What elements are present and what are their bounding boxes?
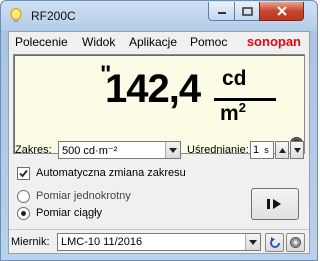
refresh-icon — [270, 237, 280, 248]
minimize-button[interactable] — [208, 2, 235, 21]
range-label: Zakres: — [15, 144, 52, 156]
measurement-display: " 142,4 cd m2 — [13, 54, 305, 154]
mode-single-label[interactable]: Pomiar jednokrotny — [36, 190, 131, 202]
averaging-field[interactable]: 1 s — [250, 141, 274, 159]
menu-aplikacje[interactable]: Aplikacje — [129, 35, 177, 49]
play-pause-icon — [267, 199, 281, 209]
settings-button[interactable] — [286, 233, 305, 252]
menu-widok[interactable]: Widok — [82, 35, 115, 49]
client-area: Polecenie Widok Aplikacje Pomoc sonopan … — [8, 31, 310, 254]
reading-value: 142,4 — [105, 67, 201, 111]
close-icon — [276, 6, 287, 16]
averaging-unit: s — [264, 145, 269, 155]
averaging-up-button[interactable] — [275, 141, 289, 159]
averaging-label: Uśrednianie: — [187, 144, 249, 156]
refresh-button[interactable] — [265, 233, 284, 252]
minimize-icon — [217, 12, 226, 14]
app-window: RF200C Polecenie Widok Aplikacje Pomoc s… — [0, 0, 318, 261]
range-select[interactable]: 500 cd·m⁻² — [58, 141, 181, 159]
unit-exponent: 2 — [238, 100, 246, 115]
menu-pomoc[interactable]: Pomoc — [190, 35, 227, 49]
mode-continuous-label[interactable]: Pomiar ciągły — [36, 207, 102, 219]
separator — [9, 229, 309, 230]
checkmark-icon — [19, 169, 28, 178]
start-stop-button[interactable] — [251, 188, 299, 220]
unit-numerator: cd — [222, 67, 247, 90]
averaging-down-button[interactable] — [290, 141, 304, 159]
menu-polecenie[interactable]: Polecenie — [15, 35, 68, 49]
auto-range-label[interactable]: Automatyczna zmiana zakresu — [36, 167, 186, 179]
maximize-button[interactable] — [234, 2, 260, 21]
maximize-icon — [241, 6, 253, 16]
title-bar[interactable]: RF200C — [1, 1, 317, 31]
chevron-down-icon[interactable] — [165, 142, 180, 158]
meter-select[interactable]: LMC-10 11/2016 — [57, 233, 261, 251]
unit-denominator-base: m — [220, 102, 239, 125]
arrow-down-icon — [293, 147, 301, 153]
lightbulb-icon — [10, 8, 22, 22]
brand-logo: sonopan — [246, 34, 301, 49]
auto-range-checkbox[interactable] — [17, 167, 30, 180]
unit-denominator: m2 — [220, 100, 246, 126]
mode-single-radio[interactable] — [17, 190, 30, 203]
settings-icon — [290, 237, 301, 248]
close-button[interactable] — [259, 2, 304, 21]
window-title: RF200C — [31, 9, 76, 23]
mode-continuous-radio[interactable] — [17, 207, 30, 220]
meter-value: LMC-10 11/2016 — [61, 236, 143, 248]
chevron-down-icon[interactable] — [245, 234, 260, 250]
menu-bar: Polecenie Widok Aplikacje Pomoc sonopan — [9, 32, 309, 52]
arrow-up-icon — [278, 147, 286, 153]
averaging-value: 1 — [253, 144, 260, 156]
range-value: 500 cd·m⁻² — [62, 145, 118, 157]
meter-label: Miernik: — [11, 236, 50, 248]
